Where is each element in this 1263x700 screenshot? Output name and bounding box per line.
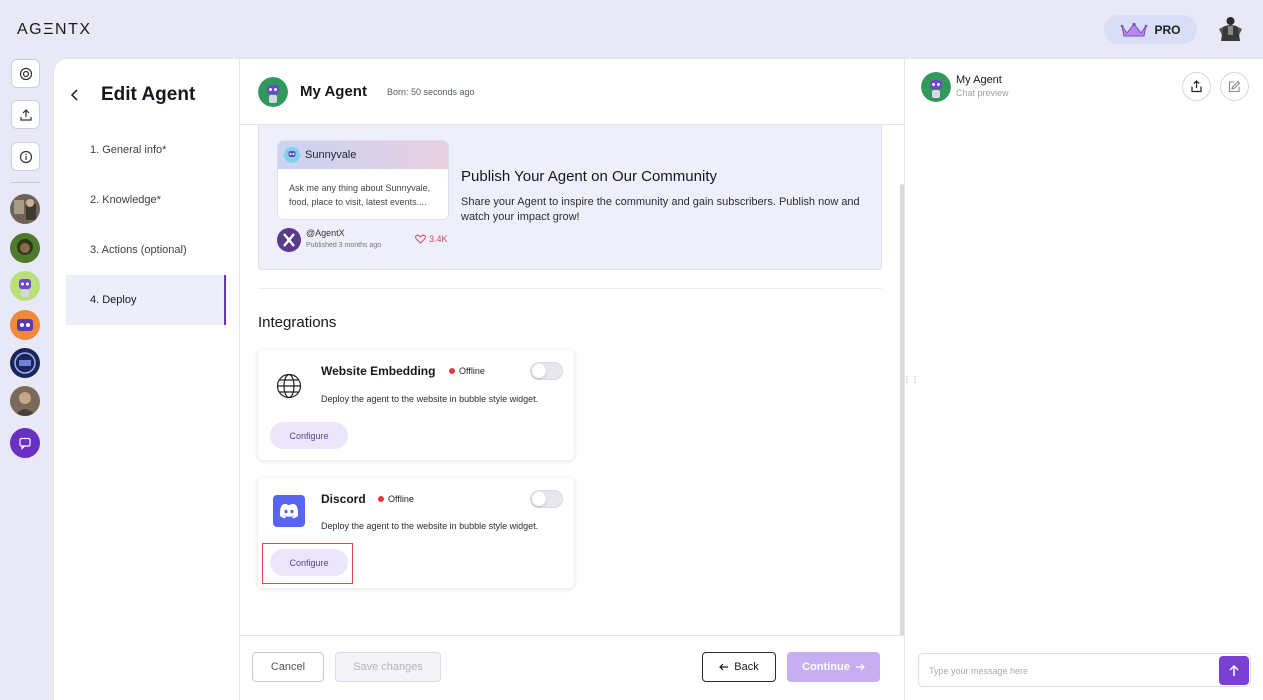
rail-explore-button[interactable] bbox=[11, 59, 40, 88]
website-embedding-status: Offline bbox=[449, 366, 485, 376]
likes-count: 3.4K bbox=[415, 234, 448, 244]
preview-agent-name: My Agent bbox=[956, 74, 1002, 86]
left-rail bbox=[0, 58, 53, 700]
rail-divider bbox=[11, 182, 40, 183]
offline-dot bbox=[449, 368, 455, 374]
sample-card-name: Sunnyvale bbox=[305, 149, 357, 161]
send-button[interactable] bbox=[1219, 656, 1249, 685]
share-button[interactable] bbox=[1182, 72, 1211, 101]
step-deploy[interactable]: 4. Deploy bbox=[66, 275, 226, 325]
discord-title: Discord bbox=[321, 492, 366, 506]
section-divider bbox=[258, 288, 882, 289]
back-button[interactable]: Back bbox=[702, 652, 776, 682]
website-embedding-description: Deploy the agent to the website in bubbl… bbox=[321, 394, 539, 404]
sunnyvale-avatar-icon bbox=[284, 147, 300, 163]
rail-agent-avatar-6[interactable] bbox=[10, 386, 40, 416]
website-embedding-title: Website Embedding bbox=[321, 364, 436, 378]
agent-name: My Agent bbox=[300, 83, 367, 100]
continue-label: Continue bbox=[802, 661, 850, 673]
user-avatar[interactable] bbox=[1217, 15, 1244, 42]
page-title: Edit Agent bbox=[101, 84, 196, 105]
website-embedding-toggle[interactable] bbox=[530, 362, 563, 380]
upload-icon bbox=[19, 108, 32, 121]
app-logo[interactable]: AGΞNTX bbox=[17, 21, 92, 39]
share-icon bbox=[1191, 80, 1202, 93]
rail-agent-avatar-4[interactable] bbox=[10, 310, 40, 340]
discord-description: Deploy the agent to the website in bubbl… bbox=[321, 521, 539, 531]
likes-label: 3.4K bbox=[429, 234, 448, 244]
community-sample-card: Sunnyvale Ask me any thing about Sunnyva… bbox=[277, 140, 449, 220]
preview-agent-avatar bbox=[921, 72, 951, 102]
chat-input-box bbox=[918, 653, 1251, 687]
status-label: Offline bbox=[388, 494, 414, 504]
status-label: Offline bbox=[459, 366, 485, 376]
heart-icon bbox=[415, 234, 426, 244]
publish-description: Share your Agent to inspire the communit… bbox=[461, 196, 860, 223]
agentx-logo-icon bbox=[277, 228, 301, 252]
sample-author-handle: @AgentX bbox=[306, 228, 345, 238]
pro-badge[interactable]: PRO bbox=[1104, 15, 1197, 44]
agent-avatar bbox=[258, 77, 288, 107]
arrow-left-icon bbox=[719, 663, 729, 671]
edit-button[interactable] bbox=[1220, 72, 1249, 101]
offline-dot bbox=[378, 496, 384, 502]
back-label: Back bbox=[734, 661, 759, 673]
chat-message-input[interactable] bbox=[929, 662, 1209, 680]
preview-subtitle: Chat preview bbox=[956, 88, 1009, 98]
website-configure-button[interactable]: Configure bbox=[270, 422, 348, 449]
pro-label: PRO bbox=[1154, 22, 1181, 37]
top-bar: AGΞNTX PRO bbox=[0, 0, 1263, 58]
rail-agent-avatar-5[interactable] bbox=[10, 348, 40, 378]
rail-upload-button[interactable] bbox=[11, 100, 40, 129]
highlight-box bbox=[262, 543, 353, 584]
rail-info-button[interactable] bbox=[11, 142, 40, 171]
crown-icon bbox=[1121, 22, 1148, 36]
step-knowledge[interactable]: 2. Knowledge* bbox=[66, 175, 226, 225]
save-changes-button[interactable]: Save changes bbox=[335, 652, 441, 682]
discord-status: Offline bbox=[378, 494, 414, 504]
agent-born-time: Born: 50 seconds ago bbox=[387, 87, 475, 97]
rail-agent-avatar-2[interactable] bbox=[10, 233, 40, 263]
info-icon bbox=[19, 150, 32, 163]
sample-author-time: Published 3 months ago bbox=[306, 242, 382, 249]
rail-agent-avatar-3[interactable] bbox=[10, 271, 40, 301]
publish-title: Publish Your Agent on Our Community bbox=[461, 168, 717, 185]
arrow-right-icon bbox=[855, 663, 865, 671]
resize-handle-icon[interactable]: ⋮⋮ bbox=[903, 375, 919, 384]
step-actions[interactable]: 3. Actions (optional) bbox=[66, 225, 226, 275]
back-chevron-icon[interactable] bbox=[68, 87, 82, 103]
continue-button[interactable]: Continue bbox=[787, 652, 880, 682]
sample-card-text: Ask me any thing about Sunnyvale, food, … bbox=[289, 183, 431, 207]
spiral-icon bbox=[19, 67, 32, 80]
globe-icon bbox=[276, 373, 302, 399]
cancel-button[interactable]: Cancel bbox=[252, 652, 324, 682]
discord-toggle[interactable] bbox=[530, 490, 563, 508]
rail-agent-avatar-1[interactable] bbox=[10, 194, 40, 224]
rail-chat-button[interactable] bbox=[10, 428, 40, 458]
chat-icon bbox=[19, 437, 31, 450]
discord-icon bbox=[273, 495, 305, 527]
integrations-title: Integrations bbox=[258, 314, 337, 331]
step-general-info[interactable]: 1. General info* bbox=[66, 125, 226, 175]
arrow-up-icon bbox=[1229, 664, 1239, 676]
edit-icon bbox=[1228, 80, 1241, 93]
